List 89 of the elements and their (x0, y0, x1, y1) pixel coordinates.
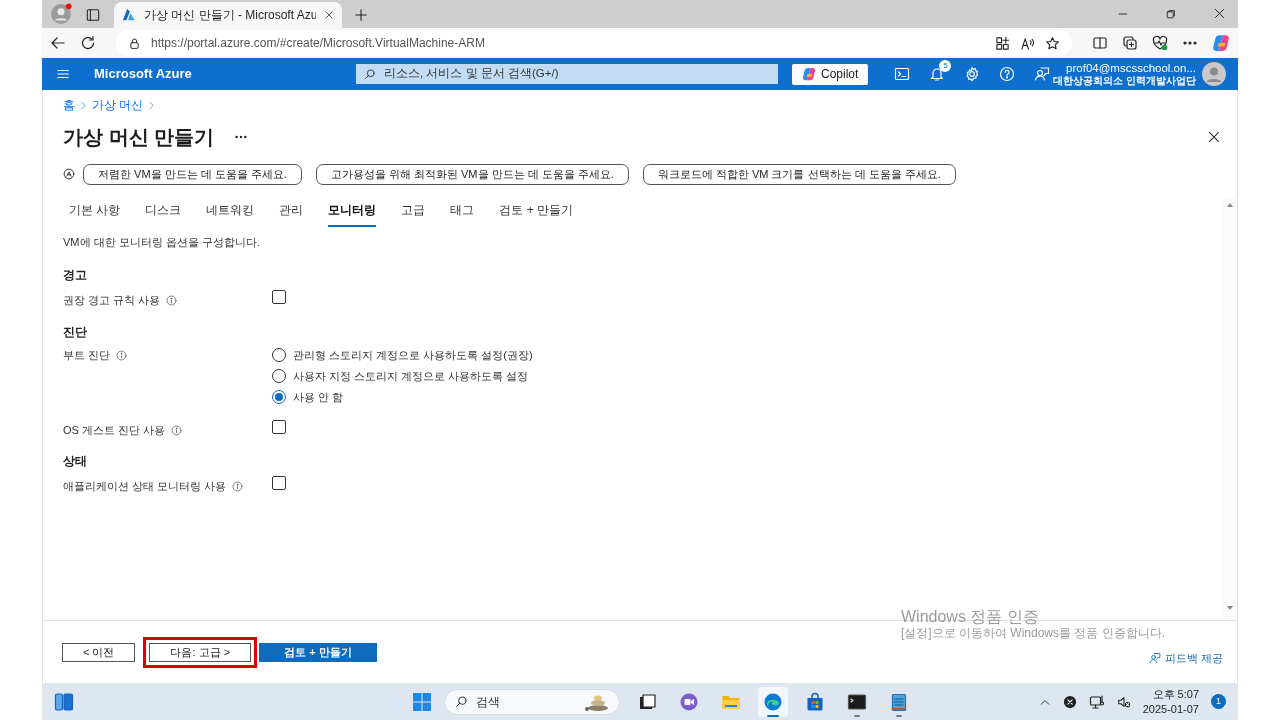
info-icon (166, 295, 178, 306)
form-tab[interactable]: 관리 (279, 196, 304, 227)
back-arrow-icon[interactable] (50, 35, 66, 51)
volume-muted-icon[interactable] (1116, 694, 1131, 709)
radio-button[interactable] (272, 390, 286, 404)
scroll-down-icon[interactable] (1226, 604, 1234, 612)
checkbox[interactable] (272, 476, 286, 490)
form-tab[interactable]: 고급 (401, 196, 426, 227)
new-tab-icon[interactable] (354, 8, 368, 22)
option-label: 사용자 지정 스토리지 계정으로 사용하도록 설정 (293, 368, 529, 384)
cloud-shell-icon[interactable] (894, 66, 911, 82)
radio-button[interactable] (272, 348, 286, 362)
collections-icon[interactable] (1122, 35, 1138, 51)
form-tab[interactable]: 기본 사항 (69, 196, 121, 227)
search-icon (455, 695, 468, 708)
help-icon[interactable] (999, 66, 1016, 82)
feedback-icon (1148, 652, 1161, 664)
apps-icon[interactable] (995, 35, 1010, 51)
form-tab[interactable]: 네트워킹 (206, 196, 255, 227)
section-heading: 진단 (63, 323, 88, 341)
start-icon[interactable] (412, 691, 432, 712)
directory-name: 대한상공회의소 인력개발사업단 (1053, 74, 1196, 87)
read-aloud-icon[interactable] (1020, 35, 1035, 51)
section-heading: 상태 (63, 453, 88, 470)
brand-name[interactable]: Microsoft Azure (94, 64, 356, 84)
tab-actions-icon[interactable] (86, 8, 100, 22)
clock-date[interactable]: 2025-01-07 (1142, 701, 1199, 716)
refresh-icon[interactable] (80, 35, 96, 51)
field-label: 권장 경고 규칙 사용 (63, 293, 161, 308)
page-title: 가상 머신 만들기 (63, 125, 215, 150)
checkbox[interactable] (272, 290, 286, 304)
footer-button[interactable]: < 이전 (62, 642, 136, 662)
chevron-right-icon (147, 100, 157, 110)
feedback-link[interactable]: 피드백 제공 (1148, 649, 1223, 667)
azure-logo-icon (122, 8, 136, 22)
address-bar[interactable]: https://portal.azure.com/#create/Microsoft.VirtualMachine-ARM (116, 30, 1072, 56)
checkbox[interactable] (272, 419, 286, 434)
search-icon (364, 68, 376, 80)
field-label: 애플리케이션 상태 모니터링 사용 (63, 479, 227, 494)
chevron-right-icon (79, 100, 88, 110)
copilot-logo-icon (802, 67, 816, 81)
notification-badge[interactable]: 1 (1211, 694, 1226, 709)
lock-icon (128, 36, 141, 50)
menu-icon[interactable] (56, 67, 70, 81)
widgets-icon[interactable] (54, 691, 74, 712)
favorite-star-icon[interactable] (1045, 35, 1060, 51)
close-icon[interactable] (1207, 130, 1221, 144)
user-avatar-icon[interactable] (1202, 62, 1226, 86)
close-circle-icon[interactable] (1062, 694, 1077, 709)
close-icon[interactable] (1213, 7, 1226, 20)
close-icon[interactable] (324, 10, 334, 20)
section-heading: 경고 (63, 267, 88, 284)
profile-avatar-icon[interactable] (50, 3, 72, 25)
notification-bell-icon[interactable] (929, 66, 946, 82)
form-tab[interactable]: 모니터링 (328, 196, 377, 227)
network-icon[interactable] (1088, 693, 1105, 710)
info-icon (116, 349, 128, 361)
restore-icon[interactable] (1165, 8, 1177, 20)
taskbar-search-field[interactable]: 검색 (444, 688, 620, 715)
account-email[interactable]: prof04@mscsschool.on... (1053, 61, 1196, 75)
breadcrumb-link[interactable]: 가상 머신 (92, 96, 144, 114)
form-tab[interactable]: 검토 + 만들기 (499, 196, 574, 227)
heart-pulse-icon[interactable] (1152, 35, 1168, 51)
option-label: 관리형 스토리지 계정으로 사용하도록 설정(권장) (293, 347, 533, 363)
field-label: OS 게스트 진단 사용 (63, 422, 166, 438)
field-label: 부트 진단 (63, 347, 111, 363)
option-label: 사용 안 함 (293, 389, 344, 405)
form-tab[interactable]: 디스크 (145, 196, 182, 227)
activation-title: Windows 정품 인증 (901, 607, 1040, 627)
info-icon (232, 481, 244, 492)
description-text: VM에 대한 모니터링 옵션을 구성합니다. (63, 234, 261, 250)
activation-message: [설정]으로 이동하여 Windows를 정품 인증합니다. (901, 626, 1166, 641)
radio-button[interactable] (272, 369, 286, 383)
search-field[interactable]: 리소스, 서비스 및 문서 검색(G+/) (356, 64, 778, 84)
copilot-button[interactable]: Copilot (792, 63, 869, 85)
info-icon (171, 424, 183, 436)
breadcrumb-link[interactable]: 홈 (63, 96, 75, 114)
prompt-chip[interactable]: 고가용성을 위해 최적화된 VM을 만드는 데 도움을 주세요. (315, 164, 629, 185)
form-tab[interactable]: 태그 (450, 196, 475, 227)
prompt-chip[interactable]: 저렴한 VM을 만드는 데 도움을 주세요. (83, 164, 302, 185)
footer-button[interactable]: 다음: 고급 > (149, 642, 252, 662)
copilot-logo-icon[interactable] (1212, 34, 1230, 52)
split-screen-icon[interactable] (1092, 35, 1108, 51)
settings-icon[interactable] (964, 66, 981, 82)
footer-button[interactable]: 검토 + 만들기 (259, 642, 377, 662)
prompt-chip[interactable]: 워크로드에 적합한 VM 크기를 선택하는 데 도움을 주세요. (642, 164, 956, 185)
notification-count: 5 (939, 60, 952, 72)
feedback-icon[interactable] (1034, 66, 1051, 82)
clock-time[interactable]: 오후 5:07 (1142, 687, 1199, 702)
